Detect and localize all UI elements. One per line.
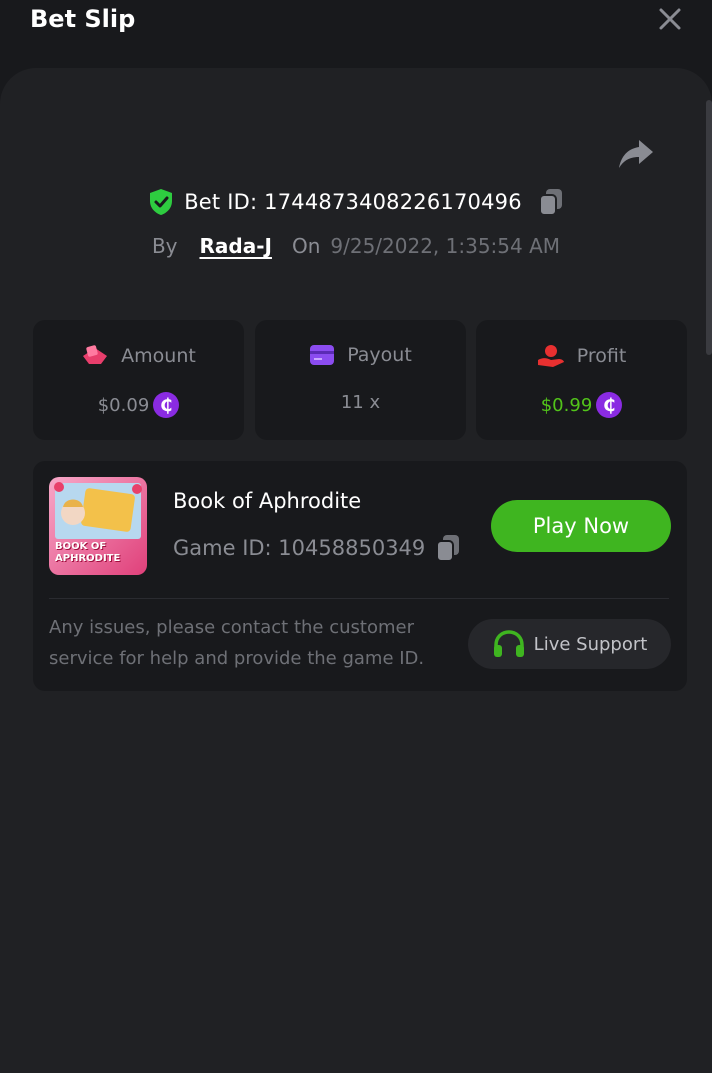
copy-icon (538, 189, 562, 216)
game-thumbnail[interactable]: BOOK OF APHRODITE (49, 477, 147, 575)
live-support-button[interactable]: Live Support (468, 619, 671, 669)
game-name: Book of Aphrodite (173, 489, 362, 513)
game-card: BOOK OF APHRODITE Book of Aphrodite Game… (33, 461, 687, 691)
shield-check-icon (150, 189, 173, 215)
amount-icon (83, 345, 108, 364)
bet-id: Bet ID: 1744873408226170496 (184, 190, 522, 214)
headset-icon (493, 630, 524, 657)
bet-meta-row: By Rada-J On 9/25/2022, 1:35:54 AM (0, 228, 712, 264)
payout-card: Payout 11 x (255, 320, 466, 440)
by-label: By (151, 234, 178, 258)
bet-date: 9/25/2022, 1:35:54 AM (330, 234, 561, 258)
amount-label: Amount (121, 345, 196, 367)
profit-card: Profit $0.99 ₵ (476, 320, 687, 440)
support-notice: Any issues, please contact the customer … (49, 617, 425, 669)
game-thumbnail-title: BOOK OF APHRODITE (55, 541, 121, 564)
on-label: On (291, 234, 321, 258)
bet-id-row: Bet ID: 1744873408226170496 (0, 183, 712, 221)
amount-card: Amount $0.09 ₵ (33, 320, 244, 440)
page-title: Bet Slip (30, 5, 136, 33)
payout-label: Payout (347, 344, 412, 366)
close-button[interactable] (655, 4, 685, 34)
copy-icon (436, 535, 460, 562)
game-id: Game ID: 10458850349 (173, 536, 426, 560)
share-icon (619, 140, 653, 168)
payout-value: 11 x (340, 392, 381, 413)
amount-value: $0.09 (97, 394, 150, 416)
copy-game-id-button[interactable] (435, 533, 461, 563)
play-now-button[interactable]: Play Now (491, 500, 671, 552)
profit-label: Profit (576, 345, 627, 367)
share-button[interactable] (617, 137, 655, 171)
payout-icon (310, 345, 335, 365)
coin-icon: ₵ (153, 392, 180, 418)
close-icon (659, 8, 681, 30)
profit-value: $0.99 (540, 394, 593, 416)
live-support-label: Live Support (533, 633, 648, 655)
user-link[interactable]: Rada-J (200, 234, 272, 258)
header: Bet Slip (0, 0, 712, 68)
copy-bet-id-button[interactable] (538, 187, 564, 217)
divider (49, 598, 669, 599)
coin-icon: ₵ (596, 392, 623, 418)
game-id-row: Game ID: 10458850349 (173, 533, 461, 563)
profit-icon (537, 345, 564, 367)
